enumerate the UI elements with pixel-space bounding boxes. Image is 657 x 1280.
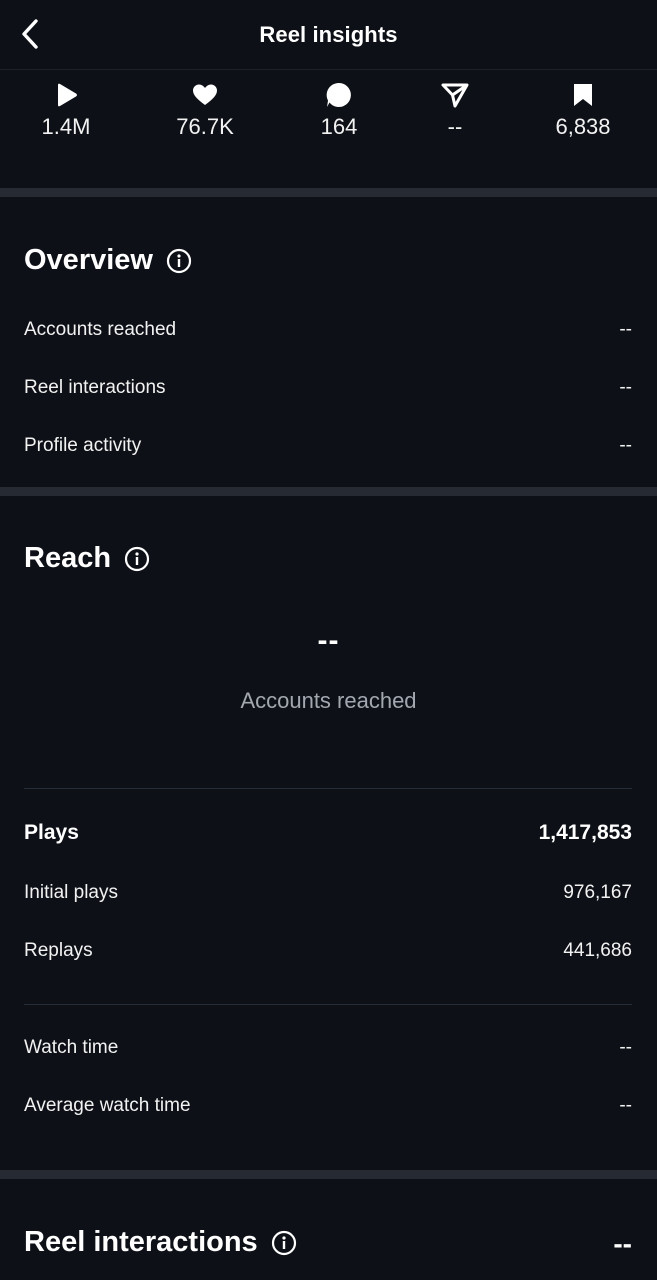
row-label: Reel interactions (24, 377, 166, 398)
stat-saves: 6,838 (528, 80, 638, 140)
row-value: -- (619, 1037, 632, 1058)
watch-time-row: Watch time -- (24, 1033, 632, 1063)
row-label: Initial plays (24, 882, 118, 903)
comment-icon (284, 80, 394, 110)
reel-insights-screen: Reel insights 1.4M 76.7K 164 -- 6,838 Ov… (0, 0, 657, 1280)
row-value: -- (619, 435, 632, 456)
stat-comments: 164 (284, 80, 394, 140)
reach-title: Reach (24, 542, 150, 575)
row-value: 1,417,853 (538, 821, 632, 844)
section-divider (0, 487, 657, 496)
bookmark-icon (528, 80, 638, 110)
average-watch-time-row: Average watch time -- (24, 1091, 632, 1121)
stat-saves-value: 6,838 (555, 114, 611, 139)
reel-interactions-title[interactable]: Reel interactions (24, 1226, 297, 1259)
initial-plays-row: Initial plays 976,167 (24, 878, 632, 908)
row-label: Profile activity (24, 435, 142, 456)
info-icon[interactable] (271, 1230, 297, 1256)
replays-row: Replays 441,686 (24, 936, 632, 966)
row-value: -- (619, 377, 632, 398)
reach-title-text: Reach (24, 542, 112, 574)
stat-shares-value: -- (447, 114, 463, 139)
reel-interactions-value: -- (613, 1228, 632, 1259)
share-icon (400, 80, 510, 110)
plays-row: Plays 1,417,853 (24, 818, 632, 848)
stat-likes-value: 76.7K (176, 114, 234, 139)
divider (24, 1004, 632, 1005)
row-value: -- (619, 1095, 632, 1116)
reach-big-value: -- (317, 624, 340, 657)
row-label: Watch time (24, 1037, 119, 1058)
page-title: Reel insights (259, 22, 398, 47)
overview-row-accounts-reached[interactable]: Accounts reached -- (24, 315, 632, 345)
row-value: 976,167 (563, 882, 632, 903)
stats-row: 1.4M 76.7K 164 -- 6,838 (0, 80, 657, 150)
stat-likes: 76.7K (150, 80, 260, 140)
overview-title-text: Overview (24, 244, 153, 276)
row-value: 441,686 (563, 940, 632, 961)
overview-row-reel-interactions[interactable]: Reel interactions -- (24, 373, 632, 403)
heart-icon (150, 80, 260, 110)
stat-plays: 1.4M (11, 80, 121, 140)
row-value: -- (619, 319, 632, 340)
stat-plays-value: 1.4M (41, 114, 91, 139)
divider (24, 788, 632, 789)
play-icon (11, 80, 121, 110)
reach-big-label: Accounts reached (240, 688, 417, 713)
info-icon[interactable] (166, 248, 192, 274)
row-label: Replays (24, 940, 93, 961)
row-label: Accounts reached (24, 319, 177, 340)
row-label: Average watch time (24, 1095, 191, 1116)
row-label: Plays (24, 821, 79, 844)
info-icon[interactable] (124, 546, 150, 572)
overview-title: Overview (24, 244, 192, 277)
stat-comments-value: 164 (320, 114, 358, 139)
section-divider (0, 1170, 657, 1179)
header-bar: Reel insights (0, 0, 657, 70)
reel-interactions-title-text: Reel interactions (24, 1226, 258, 1258)
stat-shares: -- (400, 80, 510, 140)
section-divider (0, 188, 657, 197)
overview-row-profile-activity[interactable]: Profile activity -- (24, 431, 632, 461)
